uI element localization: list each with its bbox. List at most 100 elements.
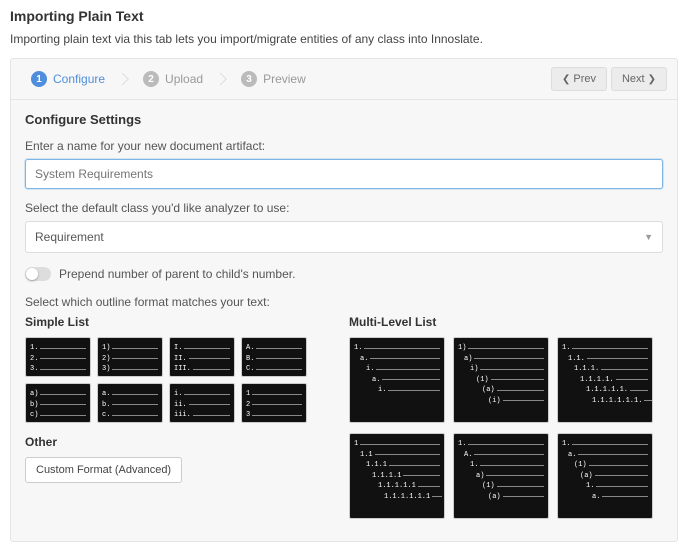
- format-tile[interactable]: a.b.c.: [97, 383, 163, 423]
- format-tile[interactable]: I.II.III.: [169, 337, 235, 377]
- tile-row: a.: [354, 354, 440, 365]
- tile-row: a.: [562, 492, 648, 503]
- tile-row: i.: [354, 364, 440, 375]
- tile-row: 1.: [562, 481, 648, 492]
- tile-row: (1): [458, 375, 544, 386]
- tile-row: 3: [246, 410, 302, 421]
- tile-row: 1.1.1.1.1.1.: [562, 396, 648, 407]
- tile-row: (a): [562, 471, 648, 482]
- prev-label: Prev: [573, 73, 596, 85]
- tile-row: 1.1.1: [354, 460, 440, 471]
- tile-row: II.: [174, 354, 230, 365]
- tile-row: 2.: [30, 354, 86, 365]
- tile-row: a): [458, 354, 544, 365]
- tile-row: 1.1.1.1.: [562, 375, 648, 386]
- tile-row: ii.: [174, 400, 230, 411]
- tile-row: 1.: [562, 439, 648, 450]
- step-num: 2: [143, 71, 159, 87]
- format-tile[interactable]: 1.a.i.a.i.: [349, 337, 445, 423]
- tile-row: b): [30, 400, 86, 411]
- step-num: 3: [241, 71, 257, 87]
- tile-row: i.: [354, 385, 440, 396]
- format-tile[interactable]: 1.a.(1)(a)1.a.: [557, 433, 653, 519]
- name-label: Enter a name for your new document artif…: [25, 139, 663, 153]
- step-preview[interactable]: 3 Preview: [231, 67, 334, 91]
- configure-heading: Configure Settings: [25, 112, 663, 127]
- tile-row: 1.1.1.1: [354, 471, 440, 482]
- tile-row: 1.1.1.1.1.: [562, 385, 648, 396]
- tile-row: 1.: [354, 343, 440, 354]
- tile-row: 1.1.1.1.1.1: [354, 492, 440, 503]
- tile-row: (1): [458, 481, 544, 492]
- simple-list-heading: Simple List: [25, 315, 325, 329]
- tile-row: (1): [562, 460, 648, 471]
- tile-row: a.: [562, 450, 648, 461]
- custom-format-button[interactable]: Custom Format (Advanced): [25, 457, 182, 483]
- prev-button[interactable]: ❮ Prev: [551, 67, 607, 91]
- tile-row: 3): [102, 364, 158, 375]
- tile-row: 3.: [30, 364, 86, 375]
- format-tile[interactable]: 1)2)3): [97, 337, 163, 377]
- tile-row: (a): [458, 492, 544, 503]
- default-class-select[interactable]: Requirement: [25, 221, 663, 253]
- format-tile[interactable]: 1)a)i)(1)(a)(i): [453, 337, 549, 423]
- multi-tile-grid-bottom: 11.11.1.11.1.1.11.1.1.1.11.1.1.1.1.11.A.…: [349, 433, 663, 519]
- step-label: Upload: [165, 72, 203, 86]
- tile-row: 1.: [458, 439, 544, 450]
- next-button[interactable]: Next ❯: [611, 67, 667, 91]
- outline-label: Select which outline format matches your…: [25, 295, 663, 309]
- prepend-toggle[interactable]: [25, 267, 51, 281]
- prepend-label: Prepend number of parent to child's numb…: [59, 267, 295, 281]
- stepper-row: 1 Configure 2 Upload 3 Preview ❮ Prev: [11, 59, 677, 100]
- tile-row: 2): [102, 354, 158, 365]
- tile-row: (i): [458, 396, 544, 407]
- format-tile[interactable]: 1.1.1.1.1.1.1.1.1.1.1.1.1.1.1.1.1.1.1.1.…: [557, 337, 653, 423]
- chevron-left-icon: ❮: [562, 74, 570, 85]
- multi-tile-grid-top: 1.a.i.a.i.1)a)i)(1)(a)(i)1.1.1.1.1.1.1.1…: [349, 337, 663, 423]
- tile-row: 1.1.: [562, 354, 648, 365]
- tile-row: 1): [102, 343, 158, 354]
- tile-row: 2: [246, 400, 302, 411]
- step-upload[interactable]: 2 Upload: [133, 67, 231, 91]
- tile-row: 1.1: [354, 450, 440, 461]
- tile-row: B.: [246, 354, 302, 365]
- tile-row: C.: [246, 364, 302, 375]
- tile-row: a): [30, 389, 86, 400]
- step-label: Configure: [53, 72, 105, 86]
- tile-row: iii.: [174, 410, 230, 421]
- intro-text: Importing plain text via this tab lets y…: [10, 32, 678, 46]
- simple-tile-grid: 1.2.3.1)2)3)I.II.III.A.B.C.a)b)c)a.b.c.i…: [25, 337, 325, 423]
- tile-row: (a): [458, 385, 544, 396]
- page-title: Importing Plain Text: [10, 8, 678, 24]
- import-panel: 1 Configure 2 Upload 3 Preview ❮ Prev: [10, 58, 678, 542]
- tile-row: 1.: [562, 343, 648, 354]
- format-tile[interactable]: a)b)c): [25, 383, 91, 423]
- wizard-steps: 1 Configure 2 Upload 3 Preview: [21, 67, 334, 91]
- multi-list-heading: Multi-Level List: [349, 315, 663, 329]
- tile-row: a): [458, 471, 544, 482]
- tile-row: a.: [354, 375, 440, 386]
- step-label: Preview: [263, 72, 306, 86]
- step-configure[interactable]: 1 Configure: [21, 67, 133, 91]
- format-tile[interactable]: 11.11.1.11.1.1.11.1.1.1.11.1.1.1.1.1: [349, 433, 445, 519]
- tile-row: A.: [458, 450, 544, 461]
- format-tile[interactable]: 1.2.3.: [25, 337, 91, 377]
- format-tile[interactable]: i.ii.iii.: [169, 383, 235, 423]
- format-tile[interactable]: 1.A.1.a)(1)(a): [453, 433, 549, 519]
- tile-row: i): [458, 364, 544, 375]
- tile-row: III.: [174, 364, 230, 375]
- tile-row: 1.: [30, 343, 86, 354]
- other-heading: Other: [25, 435, 325, 449]
- artifact-name-input[interactable]: [25, 159, 663, 189]
- tile-row: A.: [246, 343, 302, 354]
- tile-row: a.: [102, 389, 158, 400]
- next-label: Next: [622, 73, 645, 85]
- tile-row: b.: [102, 400, 158, 411]
- tile-row: 1.1.1.1.1: [354, 481, 440, 492]
- chevron-right-icon: ❯: [648, 74, 656, 85]
- tile-row: 1: [246, 389, 302, 400]
- tile-row: 1: [354, 439, 440, 450]
- format-tile[interactable]: 123: [241, 383, 307, 423]
- format-tile[interactable]: A.B.C.: [241, 337, 307, 377]
- tile-row: 1.: [458, 460, 544, 471]
